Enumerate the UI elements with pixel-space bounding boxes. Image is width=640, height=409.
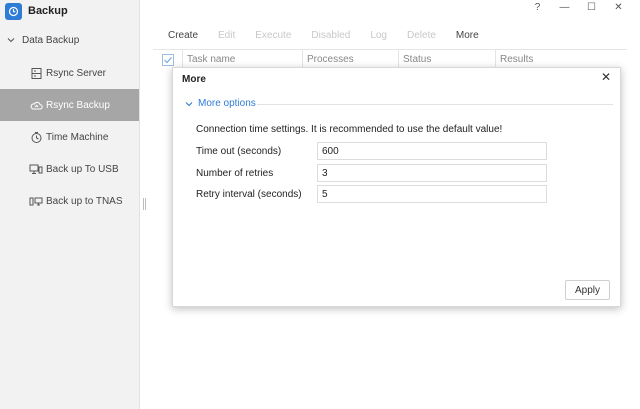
retry-interval-input[interactable] — [317, 185, 547, 203]
server-icon — [29, 66, 43, 80]
sidebar-item-label: Back up to TNAS — [46, 195, 123, 207]
retry-interval-row: Retry interval (seconds) — [196, 185, 556, 203]
clock-backup-icon — [5, 2, 22, 20]
sidebar-item-label: Time Machine — [46, 131, 109, 143]
sidebar-item-label: Rsync Server — [46, 67, 107, 79]
sidebar-group-data-backup[interactable]: Data Backup — [0, 25, 139, 55]
more-button[interactable]: More — [456, 30, 479, 41]
checkbox-box — [161, 53, 174, 66]
section-divider — [257, 104, 613, 105]
create-button[interactable]: Create — [168, 30, 198, 41]
sidebar-item-rsync-server[interactable]: Rsync Server — [0, 57, 139, 89]
sidebar-item-back-up-to-usb[interactable]: Back up To USB — [0, 153, 139, 185]
monitor-usb-icon — [29, 162, 43, 176]
retry-interval-label: Retry interval (seconds) — [196, 188, 302, 200]
timeout-label: Time out (seconds) — [196, 145, 282, 157]
execute-button[interactable]: Execute — [255, 30, 291, 41]
task-table-header: Task name Processes Status Results — [153, 49, 627, 70]
delete-button[interactable]: Delete — [407, 30, 436, 41]
device-monitor-icon — [29, 194, 43, 208]
more-dialog: More ✕ More options Connection time sett… — [172, 67, 621, 307]
timeout-row: Time out (seconds) — [196, 142, 556, 160]
sidebar-item-time-machine[interactable]: Time Machine — [0, 121, 139, 153]
sidebar-item-rsync-backup[interactable]: Rsync Backup — [0, 89, 139, 121]
edit-button[interactable]: Edit — [218, 30, 235, 41]
retries-label: Number of retries — [196, 167, 274, 179]
app-header: Backup — [0, 0, 139, 22]
retries-row: Number of retries — [196, 164, 556, 182]
apply-button[interactable]: Apply — [565, 280, 610, 300]
app-title: Backup — [28, 5, 68, 17]
minimize-button[interactable]: — — [551, 0, 578, 14]
sidebar-resize-handle[interactable] — [143, 198, 146, 210]
sidebar-item-label: Back up To USB — [46, 163, 119, 175]
sidebar-item-label: Rsync Backup — [46, 99, 110, 111]
stopwatch-icon — [29, 130, 43, 144]
sidebar-group-label: Data Backup — [22, 34, 80, 46]
cloud-sync-icon — [29, 98, 43, 112]
dialog-title: More — [182, 74, 206, 85]
maximize-button[interactable]: ☐ — [578, 0, 605, 14]
settings-note: Connection time settings. It is recommen… — [196, 124, 503, 135]
retries-input[interactable] — [317, 164, 547, 182]
close-icon[interactable]: ✕ — [599, 70, 613, 84]
window-controls: ? — ☐ ✕ — [524, 0, 632, 14]
timeout-input[interactable] — [317, 142, 547, 160]
sidebar: Backup Data Backup Rsync Server Rsync Ba… — [0, 0, 140, 409]
help-button[interactable]: ? — [524, 0, 551, 14]
chevron-down-icon — [7, 38, 15, 43]
section-title: More options — [198, 98, 256, 109]
disable-button[interactable]: Disabled — [311, 30, 350, 41]
more-options-toggle[interactable]: More options — [184, 98, 256, 109]
checkmark-icon — [163, 56, 172, 63]
toolbar: Create Edit Execute Disabled Log Delete … — [168, 28, 499, 42]
log-button[interactable]: Log — [370, 30, 387, 41]
chevron-down-icon — [185, 101, 193, 106]
close-window-button[interactable]: ✕ — [605, 0, 632, 14]
sidebar-item-back-up-to-tnas[interactable]: Back up to TNAS — [0, 185, 139, 217]
